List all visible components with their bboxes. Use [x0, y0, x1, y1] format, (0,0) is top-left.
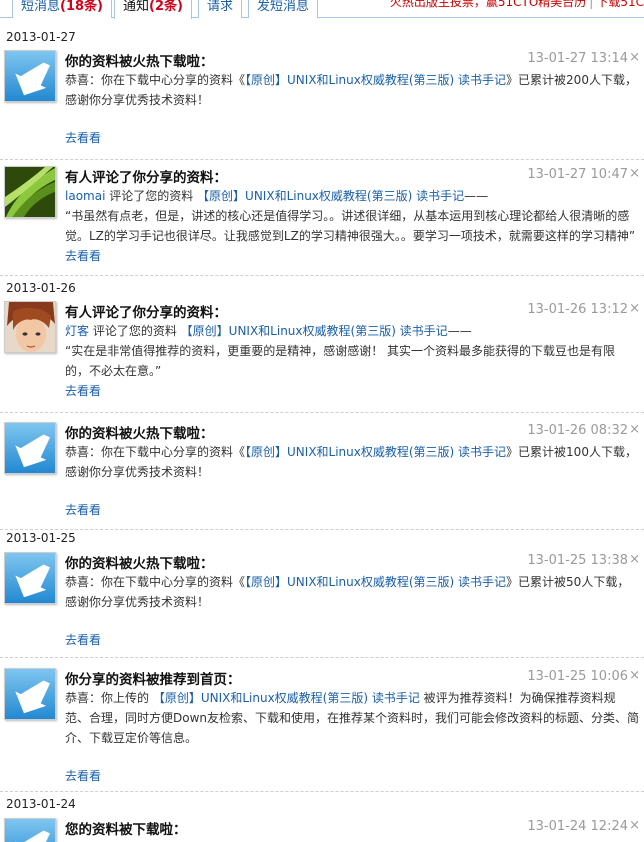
- tab-bar: 短消息(18条) 通知(2条) 请求 发短消息 火热出版主投票，赢51CTO精美…: [0, 0, 644, 19]
- notification-title: 你的资料被火热下载啦：: [65, 426, 214, 442]
- body-text: ——: [447, 324, 472, 338]
- close-icon[interactable]: ×: [629, 552, 640, 567]
- body-text: 恭喜：你在下载中心分享的资料《: [65, 445, 246, 459]
- view-link[interactable]: 去看看: [65, 631, 101, 648]
- view-link[interactable]: 去看看: [65, 501, 101, 518]
- resource-link[interactable]: 【原创】UNIX和Linux权威教程(第三版) 读书手记: [245, 73, 506, 87]
- commenter-name[interactable]: 灯客: [65, 324, 89, 338]
- commenter-name[interactable]: laomai: [65, 189, 105, 203]
- notification-item: 有人评论了你分享的资料： 13-01-27 10:47 × laomai 评论了…: [0, 166, 644, 276]
- notification-time: 13-01-25 13:38: [527, 553, 628, 568]
- notification-body: 恭喜：你在下载中心分享的资料《【原创】UNIX和Linux权威教程(第三版) 读…: [65, 70, 639, 110]
- close-icon[interactable]: ×: [629, 818, 640, 833]
- notification-body: 恭喜：你在下载中心分享的资料《【原创】UNIX和Linux权威教程(第三版) 读…: [65, 572, 639, 612]
- body-text: ——: [464, 189, 489, 203]
- notification-title: 有人评论了你分享的资料：: [65, 170, 227, 186]
- view-link[interactable]: 去看看: [65, 129, 101, 146]
- notification-title: 你的资料被火热下载啦：: [65, 556, 214, 572]
- tab-requests-label: 请求: [207, 0, 234, 14]
- tab-notifications[interactable]: 通知(2条): [114, 0, 192, 19]
- body-text: 恭喜：你上传的: [65, 691, 153, 705]
- date-heading: 2013-01-24: [6, 797, 76, 811]
- tab-notifications-count: (2条): [149, 0, 183, 14]
- notification-body: 恭喜：你上传的 【原创】UNIX和Linux权威教程(第三版) 读书手记 被评为…: [65, 688, 639, 748]
- notification-title: 你的资料被火热下载啦：: [65, 54, 214, 70]
- download-arrow-icon: [4, 818, 56, 842]
- close-icon[interactable]: ×: [629, 422, 640, 437]
- view-link[interactable]: 去看看: [65, 767, 101, 784]
- view-link[interactable]: 去看看: [65, 247, 101, 264]
- close-icon[interactable]: ×: [629, 166, 640, 181]
- tab-short-messages-count: (18条): [60, 0, 103, 14]
- view-link[interactable]: 去看看: [65, 382, 101, 399]
- resource-link[interactable]: 【原创】UNIX和Linux权威教程(第三版) 读书手记: [181, 324, 448, 338]
- notification-time: 13-01-26 08:32: [527, 423, 628, 438]
- close-icon[interactable]: ×: [629, 668, 640, 683]
- notification-body: 恭喜：你在下载中心分享的资料《【原创】UNIX和Linux权威教程(第三版) 读…: [65, 442, 639, 482]
- notification-item: 你的资料被火热下载啦： 13-01-25 13:38 × 恭喜：你在下载中心分享…: [0, 552, 644, 658]
- date-heading: 2013-01-25: [6, 531, 76, 545]
- notification-time: 13-01-24 12:24: [527, 819, 628, 834]
- notification-item: 你的资料被火热下载啦： 13-01-26 08:32 × 恭喜：你在下载中心分享…: [0, 422, 644, 530]
- comment-quote: “实在是非常值得推荐的资料，更重要的是精神，感谢感谢！ 其实一个资料最多能获得的…: [65, 344, 616, 378]
- date-heading: 2013-01-27: [6, 30, 76, 44]
- comment-quote: “书虽然有点老，但是，讲述的核心还是值得学习。。讲述很详细，从基本运用到核心理论…: [65, 209, 636, 243]
- tab-notifications-label: 通知: [123, 0, 150, 14]
- body-text: 恭喜：你在下载中心分享的资料《: [65, 575, 246, 589]
- divider: |: [589, 0, 594, 9]
- notification-title: 您的资料被下载啦：: [65, 822, 187, 838]
- green-leaf-avatar: [4, 166, 56, 218]
- notification-body: 灯客 评论了您的资料 【原创】UNIX和Linux权威教程(第三版) 读书手记—…: [65, 321, 639, 381]
- resource-link[interactable]: 【原创】UNIX和Linux权威教程(第三版) 读书手记: [245, 445, 506, 459]
- download-arrow-icon: [4, 422, 56, 474]
- tab-send-message-label: 发短消息: [257, 0, 310, 14]
- tab-short-messages-label: 短消息: [21, 0, 61, 14]
- notification-body: laomai 评论了您的资料 【原创】UNIX和Linux权威教程(第三版) 读…: [65, 186, 639, 246]
- top-right-links: 火热出版主投票，赢51CTO精美台历 | 下载51C: [390, 0, 644, 9]
- tab-requests[interactable]: 请求: [198, 0, 243, 18]
- anime-face-avatar: [4, 301, 56, 353]
- notification-title: 有人评论了你分享的资料：: [65, 305, 227, 321]
- resource-link[interactable]: 【原创】UNIX和Linux权威教程(第三版) 读书手记: [197, 189, 464, 203]
- notification-item: 有人评论了你分享的资料： 13-01-26 13:12 × 灯客 评论了您的资料…: [0, 301, 644, 413]
- notification-item: 你分享的资料被推荐到首页： 13-01-25 10:06 × 恭喜：你上传的 【…: [0, 668, 644, 792]
- date-heading: 2013-01-26: [6, 281, 76, 295]
- download-link[interactable]: 下载51C: [596, 0, 644, 9]
- body-text: 恭喜：你在下载中心分享的资料《: [65, 73, 246, 87]
- notification-time: 13-01-27 10:47: [527, 167, 628, 182]
- notification-title: 你分享的资料被推荐到首页：: [65, 672, 241, 688]
- resource-link[interactable]: 【原创】UNIX和Linux权威教程(第三版) 读书手记: [153, 691, 420, 705]
- body-text: 评论了您的资料: [89, 324, 181, 338]
- notification-item: 您的资料被下载啦： 13-01-24 12:24 ×: [0, 818, 644, 842]
- vote-promo-link[interactable]: 火热出版主投票，赢51CTO精美台历: [390, 0, 586, 9]
- notification-time: 13-01-27 13:14: [527, 51, 628, 66]
- notification-time: 13-01-25 10:06: [527, 669, 628, 684]
- close-icon[interactable]: ×: [629, 301, 640, 316]
- download-arrow-icon: [4, 668, 56, 720]
- tab-send-message[interactable]: 发短消息: [248, 0, 319, 18]
- notification-time: 13-01-26 13:12: [527, 302, 628, 317]
- download-arrow-icon: [4, 50, 56, 102]
- download-arrow-icon: [4, 552, 56, 604]
- resource-link[interactable]: 【原创】UNIX和Linux权威教程(第三版) 读书手记: [245, 575, 506, 589]
- close-icon[interactable]: ×: [629, 50, 640, 65]
- tab-short-messages[interactable]: 短消息(18条): [12, 0, 112, 18]
- notification-item: 你的资料被火热下载啦： 13-01-27 13:14 × 恭喜：你在下载中心分享…: [0, 50, 644, 160]
- body-text: 评论了您的资料: [105, 189, 198, 203]
